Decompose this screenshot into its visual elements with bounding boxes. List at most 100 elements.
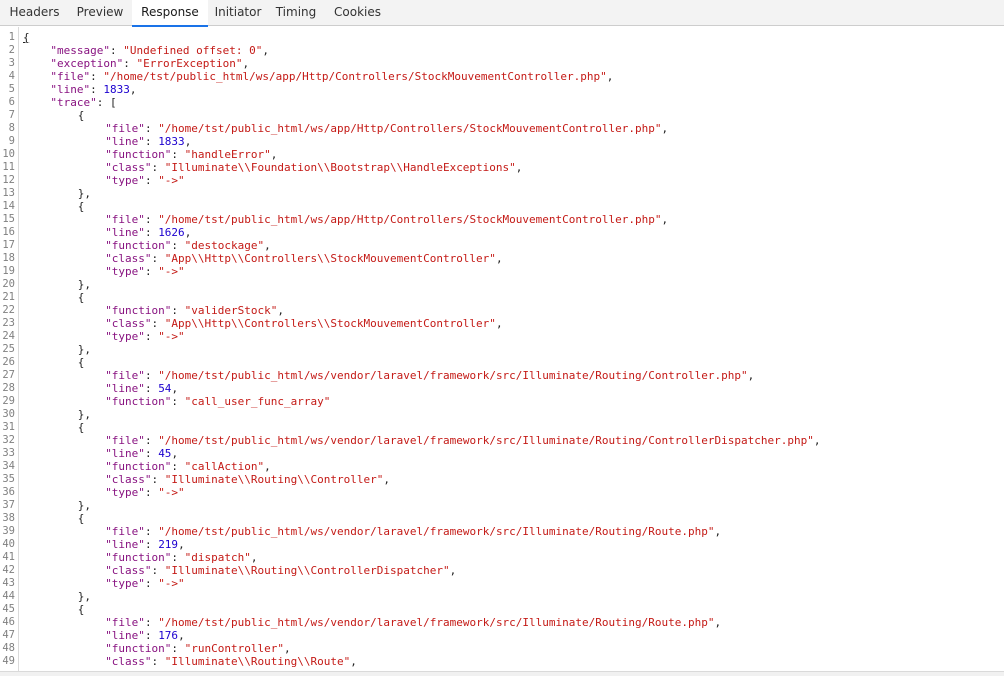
code-text: "class": "App\\Http\\Controllers\\StockM… (105, 252, 502, 265)
json-colon: : (171, 642, 179, 655)
code-text: "line": 1833, (105, 135, 191, 148)
json-colon: : (144, 174, 152, 187)
code-line: 5 "line": 1833, (0, 83, 1004, 96)
code-line: 45 { (0, 603, 1004, 616)
json-key: "class" (105, 317, 152, 330)
json-punctuation: }, (77, 343, 92, 356)
json-comma: , (264, 239, 271, 252)
code-text: { (78, 603, 85, 616)
line-number: 6 (8, 96, 15, 108)
code-text: "type": "->" (105, 174, 185, 187)
code-text: }, (78, 343, 91, 356)
json-comma: , (262, 44, 269, 57)
line-number: 32 (2, 434, 15, 446)
code-text: "type": "->" (105, 486, 185, 499)
json-key: "type" (105, 486, 145, 499)
json-colon: : (171, 395, 179, 408)
code-text: "exception": "ErrorException", (50, 57, 249, 70)
code-line: 10 "function": "handleError", (0, 148, 1004, 161)
json-comma: , (129, 83, 137, 96)
line-number: 39 (2, 525, 15, 537)
code-text: }, (78, 408, 91, 421)
tab-initiator[interactable]: Initiator (208, 0, 268, 26)
json-key: "file" (105, 434, 145, 447)
json-string: "validerStock" (184, 304, 278, 317)
json-key: "line" (50, 83, 91, 96)
line-number: 46 (2, 616, 15, 628)
json-comma: , (813, 434, 821, 447)
line-number: 16 (2, 226, 15, 238)
line-number: 44 (2, 590, 15, 602)
code-text: { (78, 200, 85, 213)
json-comma: , (495, 252, 503, 265)
json-key: "function" (105, 551, 172, 564)
response-code-viewer[interactable]: 1{2 "message": "Undefined offset: 0", 3 "ex… (0, 27, 1004, 671)
code-line: 44}, (0, 590, 1004, 603)
line-number: 37 (2, 499, 15, 511)
code-line: 25}, (0, 343, 1004, 356)
line-number: 40 (2, 538, 15, 550)
json-colon: : (144, 525, 152, 538)
json-comma: , (495, 317, 503, 330)
horizontal-scrollbar[interactable] (0, 671, 1004, 676)
json-colon: : (171, 551, 179, 564)
json-colon: : (171, 460, 179, 473)
tab-response[interactable]: Response (132, 0, 208, 27)
json-key: "class" (105, 655, 152, 668)
tab-preview[interactable]: Preview (69, 0, 131, 26)
code-line: 4 "file": "/home/tst/public_html/ws/app/H… (0, 70, 1004, 83)
code-line: 18 "class": "App\\Http\\Controllers\\Stoc… (0, 252, 1004, 265)
json-comma: , (383, 473, 390, 486)
json-number: 1833 (158, 135, 185, 148)
line-number: 9 (8, 135, 15, 147)
json-string: "handleError" (184, 148, 271, 161)
json-string: "Undefined offset: 0" (123, 44, 263, 57)
tab-headers[interactable]: Headers (0, 0, 69, 26)
json-colon: : (171, 239, 179, 252)
json-string: "/home/tst/public_html/ws/vendor/laravel… (158, 616, 715, 629)
json-comma: , (661, 213, 669, 226)
code-text: { (78, 109, 85, 122)
json-comma: , (747, 369, 755, 382)
code-line: 17 "function": "destockage", (0, 239, 1004, 252)
code-text: "function": "call_user_func_array" (105, 395, 330, 408)
json-key: "type" (105, 577, 145, 590)
json-number: 176 (158, 629, 179, 642)
code-text: "file": "/home/tst/public_html/ws/vendor… (105, 525, 721, 538)
code-text: "file": "/home/tst/public_html/ws/app/Ht… (105, 213, 668, 226)
json-string: "->" (158, 486, 185, 499)
json-colon: : (171, 304, 179, 317)
code-line: 22 "function": "validerStock", (0, 304, 1004, 317)
code-line: 34 "function": "callAction", (0, 460, 1004, 473)
json-comma: , (606, 70, 614, 83)
code-line: 47 "line": 176, (0, 629, 1004, 642)
code-line: 33 "line": 45, (0, 447, 1004, 460)
json-key: "file" (105, 369, 145, 382)
code-text: "function": "dispatch", (105, 551, 257, 564)
json-key: "exception" (50, 57, 124, 70)
json-string: "runController" (184, 642, 285, 655)
json-colon: : (144, 369, 152, 382)
json-string: "App\\Http\\Controllers\\StockMouvementC… (164, 252, 496, 265)
json-colon: : (144, 434, 152, 447)
json-punctuation: }, (77, 278, 92, 291)
json-string: "->" (158, 330, 185, 343)
json-string: "dispatch" (184, 551, 251, 564)
tab-cookies[interactable]: Cookies (324, 0, 391, 26)
code-text: "file": "/home/tst/public_html/ws/vendor… (105, 434, 820, 447)
json-punctuation: }, (77, 408, 92, 421)
code-line: 15 "file": "/home/tst/public_html/ws/app/… (0, 213, 1004, 226)
json-colon: : (144, 213, 152, 226)
json-key: "type" (105, 174, 145, 187)
json-comma: , (661, 122, 669, 135)
json-key: "function" (105, 460, 172, 473)
json-string: "call_user_func_array" (184, 395, 331, 408)
json-string: "/home/tst/public_html/ws/app/Http/Contr… (158, 213, 662, 226)
code-text: "trace": [ (50, 96, 116, 109)
json-string: "ErrorException" (136, 57, 243, 70)
code-line: 32 "file": "/home/tst/public_html/ws/vend… (0, 434, 1004, 447)
json-comma: , (242, 57, 250, 70)
tab-timing[interactable]: Timing (268, 0, 324, 26)
json-punctuation: }, (77, 187, 92, 200)
code-line: 46 "file": "/home/tst/public_html/ws/vend… (0, 616, 1004, 629)
